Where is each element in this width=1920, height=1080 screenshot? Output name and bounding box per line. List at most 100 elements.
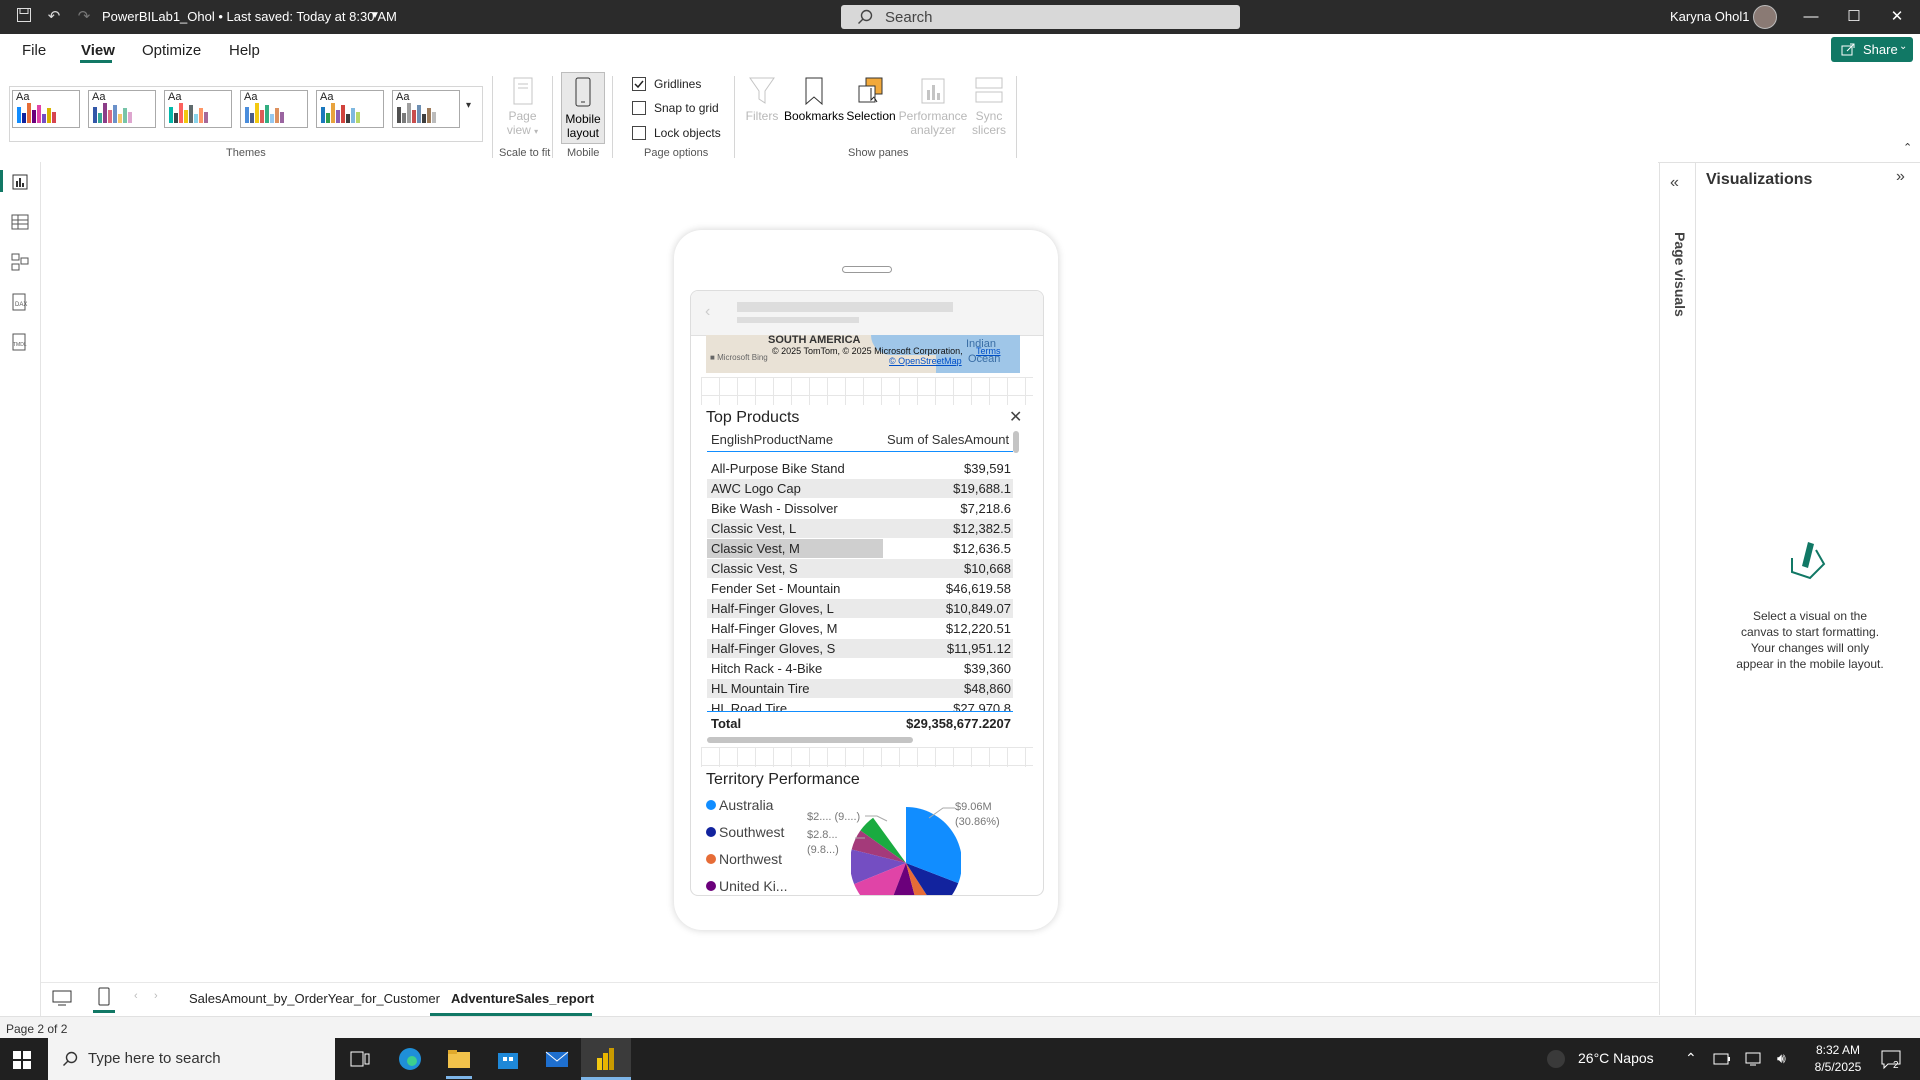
tmdl-view-icon[interactable]: TMDL <box>10 332 30 352</box>
report-view-icon[interactable] <box>10 172 30 192</box>
network-icon[interactable] <box>1744 1051 1762 1067</box>
left-nav: DAX TMDL <box>0 162 41 1028</box>
weather-icon[interactable] <box>1547 1050 1565 1068</box>
title-dropdown-icon[interactable]: ▼ <box>370 10 380 21</box>
show-hidden-icons-icon[interactable]: ⌃ <box>1685 1050 1697 1067</box>
table-row[interactable]: Fender Set - Mountain $46,619.58 <box>707 579 1013 598</box>
maximize-icon[interactable]: ☐ <box>1834 4 1874 30</box>
table-header-product[interactable]: EnglishProductName <box>711 432 833 447</box>
theme-option[interactable]: Aa <box>316 90 384 128</box>
snap-to-grid-checkbox[interactable]: Snap to grid <box>632 100 719 116</box>
share-button[interactable]: Share ⌄ <box>1831 37 1913 62</box>
legend-item[interactable]: Northwest <box>706 851 782 867</box>
battery-icon[interactable] <box>1713 1052 1731 1066</box>
table-row[interactable]: Classic Vest, M $12,636.5 <box>707 539 1013 558</box>
theme-option[interactable]: Aa <box>88 90 156 128</box>
table-row[interactable]: Bike Wash - Dissolver $7,218.6 <box>707 499 1013 518</box>
filters-button[interactable]: Filters <box>742 76 782 123</box>
redo-icon[interactable]: ↷ <box>74 7 94 27</box>
table-row[interactable]: Hitch Rack - 4-Bike $39,360 <box>707 659 1013 678</box>
save-icon[interactable] <box>14 7 34 27</box>
minimize-icon[interactable]: — <box>1791 4 1831 30</box>
product-name-cell: Classic Vest, S <box>711 561 798 576</box>
page-visuals-label[interactable]: Page visuals <box>1672 232 1688 317</box>
theme-option[interactable]: Aa <box>240 90 308 128</box>
lock-objects-checkbox[interactable]: Lock objects <box>632 125 721 141</box>
pie-label-small: $2.8... <box>807 829 838 841</box>
sync-slicers-button[interactable]: Sync slicers <box>969 76 1009 137</box>
clock-date[interactable]: 8/5/2025 <box>1808 1060 1868 1074</box>
table-row[interactable]: AWC Logo Cap $19,688.1 <box>707 479 1013 498</box>
power-bi-icon[interactable] <box>593 1046 619 1072</box>
close-icon[interactable]: ✕ <box>1009 407 1022 427</box>
table-row[interactable]: Half-Finger Gloves, S $11,951.12 <box>707 639 1013 658</box>
legend-item[interactable]: Southwest <box>706 824 784 840</box>
tab-salesamount-by-orderyear[interactable]: SalesAmount_by_OrderYear_for_Customer <box>189 991 440 1006</box>
table-row[interactable]: Classic Vest, S $10,668 <box>707 559 1013 578</box>
document-title[interactable]: PowerBILab1_Ohol • Last saved: Today at … <box>102 9 397 24</box>
theme-sample-label: Aa <box>168 91 182 103</box>
file-explorer-icon[interactable] <box>446 1046 472 1072</box>
mail-icon[interactable] <box>544 1046 570 1072</box>
table-row[interactable]: Half-Finger Gloves, L $10,849.07 <box>707 599 1013 618</box>
collapse-pane-icon[interactable]: » <box>1896 168 1905 186</box>
desktop-layout-icon[interactable] <box>52 989 72 1007</box>
menu-view[interactable]: View <box>81 42 115 59</box>
selection-icon <box>858 77 883 103</box>
gridlines-checkbox[interactable]: Gridlines <box>632 76 701 92</box>
legend-item[interactable]: United Ki... <box>706 878 787 894</box>
mobile-layout-icon[interactable] <box>97 987 111 1007</box>
table-vertical-scrollbar[interactable] <box>1013 431 1019 453</box>
page-view-button[interactable]: Page view ▾ <box>500 76 545 139</box>
windows-start-icon[interactable] <box>13 1051 31 1069</box>
table-horizontal-scrollbar[interactable] <box>707 737 913 743</box>
map-osm-link[interactable]: © OpenStreetMap <box>889 356 962 366</box>
expand-pane-icon[interactable]: « <box>1670 174 1679 192</box>
menu-file[interactable]: File <box>22 42 46 59</box>
microsoft-store-icon[interactable] <box>495 1046 521 1072</box>
table-row[interactable]: All-Purpose Bike Stand $39,591 <box>707 459 1013 478</box>
user-name[interactable]: Karyna Ohol1 <box>1670 9 1750 24</box>
table-row[interactable]: Half-Finger Gloves, M $12,220.51 <box>707 619 1013 638</box>
bookmarks-button[interactable]: Bookmarks <box>783 76 845 123</box>
product-name-cell: Hitch Rack - 4-Bike <box>711 661 823 676</box>
volume-icon[interactable]: 🔊︎ <box>1777 1050 1786 1067</box>
menu-help[interactable]: Help <box>229 42 260 59</box>
theme-option[interactable]: Aa <box>12 90 80 128</box>
theme-option[interactable]: Aa <box>164 90 232 128</box>
close-icon[interactable]: ✕ <box>1877 4 1917 30</box>
sync-slicers-icon <box>975 77 1003 103</box>
taskbar-search[interactable]: Type here to search <box>48 1038 335 1080</box>
collapse-ribbon-icon[interactable]: ⌃ <box>1903 141 1912 154</box>
model-view-icon[interactable] <box>10 252 30 272</box>
task-view-icon[interactable] <box>347 1046 373 1072</box>
weather-text[interactable]: 26°C Napos <box>1578 1050 1654 1066</box>
table-row[interactable]: HL Road Tire $27,970.8 <box>707 699 1013 711</box>
avatar[interactable] <box>1753 5 1777 29</box>
page-options-group-label: Page options <box>644 147 709 159</box>
selection-button[interactable]: Selection <box>845 76 897 123</box>
mobile-screen: ‹ SOUTH AMERICA © 2025 TomTom, © 2025 Mi… <box>690 290 1044 896</box>
table-header-sales[interactable]: Sum of SalesAmount <box>887 432 1009 447</box>
performance-analyzer-button[interactable]: Performance analyzer <box>897 76 969 137</box>
menu-optimize[interactable]: Optimize <box>142 42 201 59</box>
edge-browser-icon[interactable] <box>397 1046 423 1072</box>
table-row[interactable]: Classic Vest, L $12,382.5 <box>707 519 1013 538</box>
dax-query-view-icon[interactable]: DAX <box>10 292 30 312</box>
prev-page-icon[interactable]: ‹ <box>134 990 138 1002</box>
mobile-layout-button[interactable]: Mobile layout <box>561 72 605 144</box>
map-visual[interactable]: SOUTH AMERICA © 2025 TomTom, © 2025 Micr… <box>706 335 1020 373</box>
themes-expand-icon[interactable]: ▾ <box>466 100 471 111</box>
theme-option[interactable]: Aa <box>392 90 460 128</box>
legend-item[interactable]: Australia <box>706 797 773 813</box>
table-view-icon[interactable] <box>10 212 30 232</box>
pie-chart[interactable] <box>851 806 961 896</box>
product-name-cell: Classic Vest, L <box>711 521 797 536</box>
search-box[interactable]: Search <box>841 5 1240 29</box>
tab-adventuresales-report[interactable]: AdventureSales_report <box>451 991 594 1006</box>
undo-icon[interactable]: ↶ <box>44 7 64 27</box>
clock-time[interactable]: 8:32 AM <box>1808 1043 1868 1057</box>
next-page-icon[interactable]: › <box>154 990 158 1002</box>
table-row[interactable]: HL Mountain Tire $48,860 <box>707 679 1013 698</box>
pie-title: Territory Performance <box>706 771 860 788</box>
